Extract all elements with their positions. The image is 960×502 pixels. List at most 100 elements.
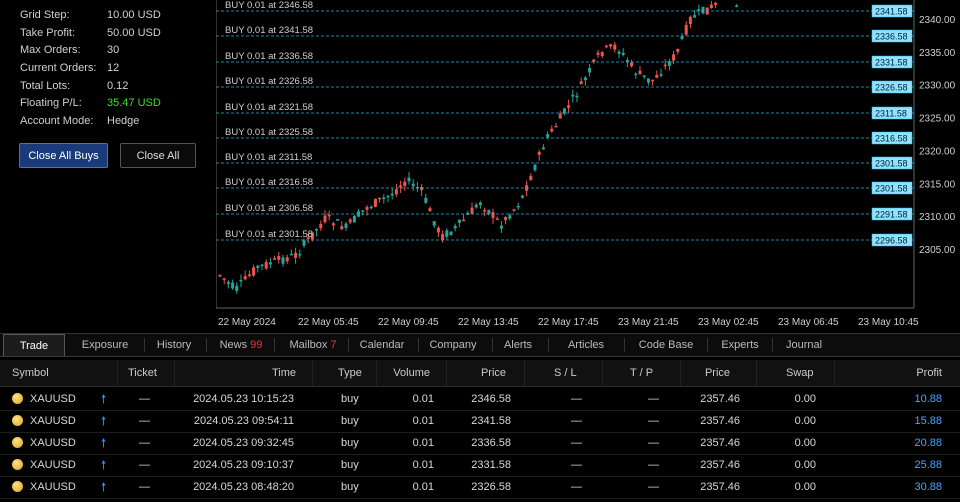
- candle-body: [596, 52, 600, 55]
- table-row[interactable]: 🠕 XAUUSD — 2024.05.23 08:48:20 buy 0.01 2326.5…: [0, 476, 960, 499]
- col-price[interactable]: Price: [460, 360, 506, 386]
- candle-body: [499, 225, 503, 229]
- candle-body: [512, 209, 516, 211]
- close-all-button[interactable]: Close All: [120, 143, 196, 168]
- cell-price: 2331.58: [471, 459, 511, 471]
- candle-body: [508, 215, 512, 219]
- candle-body: [470, 207, 474, 214]
- terminal-tabs: Trade Exposure History News 99 Mailbox 7 C…: [0, 333, 960, 357]
- gold-coin-icon: [12, 481, 23, 492]
- price-tick-label: 2320.00: [919, 146, 956, 157]
- col-current-price[interactable]: Price: [690, 360, 730, 386]
- grid-level-label: BUY 0.01 at 2306.58: [225, 203, 313, 214]
- close-all-buys-button[interactable]: Close All Buys: [19, 143, 108, 168]
- candle-body: [516, 205, 520, 208]
- candle-body: [294, 252, 298, 258]
- info-value-floating-pl: 35.47 USD: [107, 97, 161, 109]
- candle-body: [495, 218, 499, 220]
- tab-history[interactable]: History: [148, 334, 200, 356]
- price-chart[interactable]: BUY 0.01 at 2346.58 2341.58 BUY 0.01 at 23…: [216, 0, 960, 331]
- candle-body: [663, 64, 667, 67]
- grid-level-label: BUY 0.01 at 2336.58: [225, 51, 313, 62]
- col-symbol[interactable]: Symbol: [12, 360, 49, 386]
- col-tp[interactable]: T / P: [630, 360, 653, 386]
- candle-body: [365, 206, 369, 210]
- cell-volume: 0.01: [412, 437, 434, 449]
- cell-type: buy: [341, 415, 359, 427]
- tab-code-base[interactable]: Code Base: [632, 334, 700, 356]
- candle-body: [688, 16, 692, 24]
- grid-level-label: BUY 0.01 at 2316.58: [225, 177, 313, 188]
- grid-level-label: BUY 0.01 at 2321.58: [225, 102, 313, 113]
- candle-body: [344, 223, 348, 228]
- candle-body: [558, 113, 562, 119]
- col-ticket[interactable]: Ticket: [128, 360, 157, 386]
- time-tick-label: 22 May 05:45: [298, 317, 359, 328]
- tab-company[interactable]: Company: [420, 334, 486, 356]
- col-swap[interactable]: Swap: [786, 360, 814, 386]
- tab-news[interactable]: News 99: [210, 334, 272, 356]
- col-time[interactable]: Time: [200, 360, 296, 386]
- time-tick-label: 22 May 09:45: [378, 317, 439, 328]
- candle-body: [634, 73, 638, 76]
- candle-body: [504, 217, 508, 221]
- col-type[interactable]: Type: [338, 360, 362, 386]
- news-count-badge: 99: [250, 339, 263, 351]
- col-sl[interactable]: S / L: [554, 360, 577, 386]
- time-tick-label: 23 May 21:45: [618, 317, 679, 328]
- cell-sl: —: [571, 459, 582, 471]
- level-price-tag-text: 2301.58: [875, 159, 908, 169]
- tab-exposure[interactable]: Exposure: [72, 334, 138, 356]
- candle-body: [243, 276, 247, 280]
- candle-body: [369, 206, 373, 209]
- candle-body: [579, 81, 583, 85]
- candle-body: [533, 164, 537, 171]
- candle-body: [256, 265, 260, 268]
- candle-body: [617, 51, 621, 54]
- candle-body: [680, 36, 684, 40]
- info-value-take-profit: 50.00 USD: [107, 27, 161, 39]
- candle-body: [424, 197, 428, 203]
- tab-trade[interactable]: Trade: [3, 334, 65, 356]
- candle-body: [588, 68, 592, 73]
- col-volume[interactable]: Volume: [380, 360, 430, 386]
- level-price-tag-text: 2331.58: [875, 58, 908, 68]
- tab-calendar[interactable]: Calendar: [350, 334, 414, 356]
- grid-info-panel: Grid Step: 10.00 USD Take Profit: 50.00 …: [0, 0, 214, 330]
- table-row[interactable]: 🠕 XAUUSD — 2024.05.23 09:54:11 buy 0.01 2341.5…: [0, 410, 960, 433]
- candle-body: [273, 258, 277, 260]
- cell-price: 2346.58: [471, 393, 511, 405]
- cell-symbol: XAUUSD: [30, 437, 76, 449]
- cell-cur-price: 2357.46: [700, 459, 740, 471]
- cell-time: 2024.05.23 08:48:20: [193, 481, 294, 493]
- candle-body: [609, 44, 613, 47]
- candle-body: [575, 95, 579, 98]
- table-row[interactable]: 🠕 XAUUSD — 2024.05.23 09:32:45 buy 0.01 2336.5…: [0, 432, 960, 455]
- candle-body: [394, 189, 398, 195]
- candle-body: [420, 186, 424, 191]
- candle-body: [285, 257, 289, 262]
- tab-mailbox[interactable]: Mailbox 7: [278, 334, 348, 356]
- candle-body: [697, 9, 701, 11]
- level-price-tag-text: 2291.58: [875, 210, 908, 220]
- tab-journal[interactable]: Journal: [776, 334, 832, 356]
- price-tick-label: 2325.00: [919, 114, 956, 125]
- buy-arrow-icon: 🠕: [101, 458, 107, 472]
- table-row[interactable]: 🠕 XAUUSD — 2024.05.23 10:15:23 buy 0.01 2346.5…: [0, 388, 960, 411]
- level-price-tag-text: 2326.58: [875, 83, 908, 93]
- buy-arrow-icon: 🠕: [101, 436, 107, 450]
- cell-time: 2024.05.23 09:54:11: [193, 415, 294, 427]
- candle-body: [684, 24, 688, 35]
- table-row[interactable]: 🠕 XAUUSD — 2024.05.23 09:10:37 buy 0.01 2331.5…: [0, 454, 960, 477]
- candle-body: [231, 282, 235, 289]
- cell-ticket: —: [139, 481, 150, 493]
- tab-experts[interactable]: Experts: [712, 334, 768, 356]
- grid-level-label: BUY 0.01 at 2346.58: [225, 0, 313, 11]
- col-profit[interactable]: Profit: [880, 360, 942, 386]
- cell-cur-price: 2357.46: [700, 481, 740, 493]
- tab-articles[interactable]: Articles: [556, 334, 616, 356]
- candle-body: [378, 197, 382, 200]
- info-value-max-orders: 30: [107, 44, 120, 56]
- cell-tp: —: [648, 437, 659, 449]
- tab-alerts[interactable]: Alerts: [494, 334, 542, 356]
